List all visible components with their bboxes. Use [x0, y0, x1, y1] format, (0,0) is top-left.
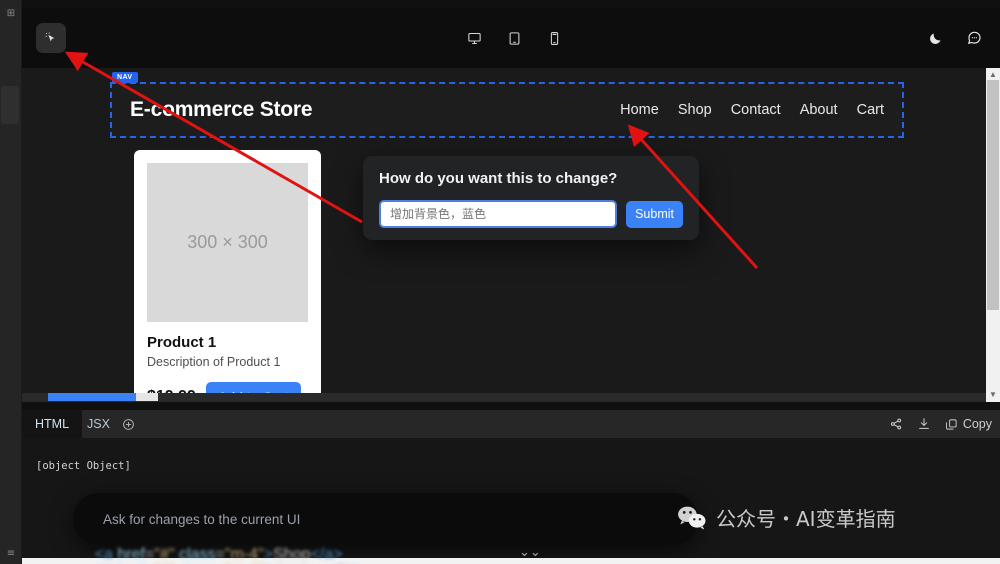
change-request-modal: How do you want this to change? Submit — [363, 156, 699, 240]
vertical-scrollbar-thumb[interactable] — [987, 80, 999, 310]
nav-link-shop[interactable]: Shop — [678, 102, 712, 118]
prompt-placeholder: Ask for changes to the current UI — [103, 511, 301, 527]
modal-input-row: Submit — [379, 200, 683, 228]
modal-title: How do you want this to change? — [379, 170, 618, 187]
select-cursor-icon[interactable] — [36, 23, 66, 53]
watermark-text: 公众号・AI变革指南 — [716, 507, 896, 531]
dark-mode-icon[interactable] — [920, 23, 950, 53]
nav-link-about[interactable]: About — [800, 102, 838, 118]
submit-button[interactable]: Submit — [626, 200, 683, 228]
product-card[interactable]: 300 × 300 Product 1 Description of Produ… — [134, 150, 321, 402]
code-actions: Copy — [889, 410, 992, 438]
app-body: NAV E-commerce Store Home Shop Contact A… — [22, 0, 1000, 564]
copy-button[interactable]: Copy — [945, 417, 992, 431]
copy-label: Copy — [962, 417, 992, 431]
desktop-view-icon[interactable] — [459, 23, 489, 53]
tablet-view-icon[interactable] — [499, 23, 529, 53]
chat-icon[interactable] — [959, 23, 989, 53]
site-brand: E-commerce Store — [130, 98, 313, 121]
code-line-contact: <a href="#" class="m-4">Contact</a> — [68, 550, 361, 564]
selection-badge: NAV — [112, 72, 139, 83]
change-request-input[interactable] — [379, 200, 618, 228]
product-description: Description of Product 1 — [147, 355, 281, 369]
mobile-view-icon[interactable] — [539, 23, 569, 53]
product-title: Product 1 — [147, 334, 217, 351]
rail-glyph-top: ⊞ — [6, 8, 16, 19]
rail-glyph-bottom: ≡ — [6, 548, 16, 559]
top-toolbar — [22, 8, 1000, 68]
scrollbar-progress — [48, 393, 136, 401]
scroll-up-icon[interactable]: ▲ — [986, 70, 1000, 79]
nav-link-cart[interactable]: Cart — [857, 102, 884, 118]
nav-link-home[interactable]: Home — [620, 102, 659, 118]
preview-horizontal-scrollbar[interactable] — [22, 393, 986, 402]
add-tab-icon[interactable] — [114, 410, 142, 438]
chevron-down-icon[interactable]: ⌄⌄ — [519, 546, 541, 559]
wechat-watermark: 公众号・AI变革指南 — [677, 503, 896, 532]
code-tabbar: HTML JSX Copy — [22, 410, 1000, 438]
site-nav-links: Home Shop Contact About Cart — [620, 102, 884, 118]
left-rail: ⊞ ≡ — [0, 0, 22, 564]
copy-icon — [945, 418, 958, 431]
preview-pane: NAV E-commerce Store Home Shop Contact A… — [22, 68, 1000, 402]
rail-chip[interactable] — [1, 86, 19, 124]
code-line-0: [object Object] — [36, 460, 131, 472]
share-icon[interactable] — [889, 417, 903, 431]
nav-link-contact[interactable]: Contact — [731, 102, 781, 118]
wechat-icon — [678, 506, 706, 530]
site-navbar[interactable]: E-commerce Store Home Shop Contact About… — [110, 82, 904, 138]
product-image-placeholder: 300 × 300 — [147, 163, 308, 322]
app-window: ⊞ ≡ NAV E-commerce Store Home Shop Conta… — [0, 0, 1000, 564]
scroll-down-icon[interactable]: ▼ — [986, 390, 1000, 399]
scrollbar-thumb[interactable] — [136, 393, 158, 401]
preview-vertical-scrollbar[interactable]: ▲ ▼ — [986, 68, 1000, 402]
download-icon[interactable] — [917, 417, 931, 431]
